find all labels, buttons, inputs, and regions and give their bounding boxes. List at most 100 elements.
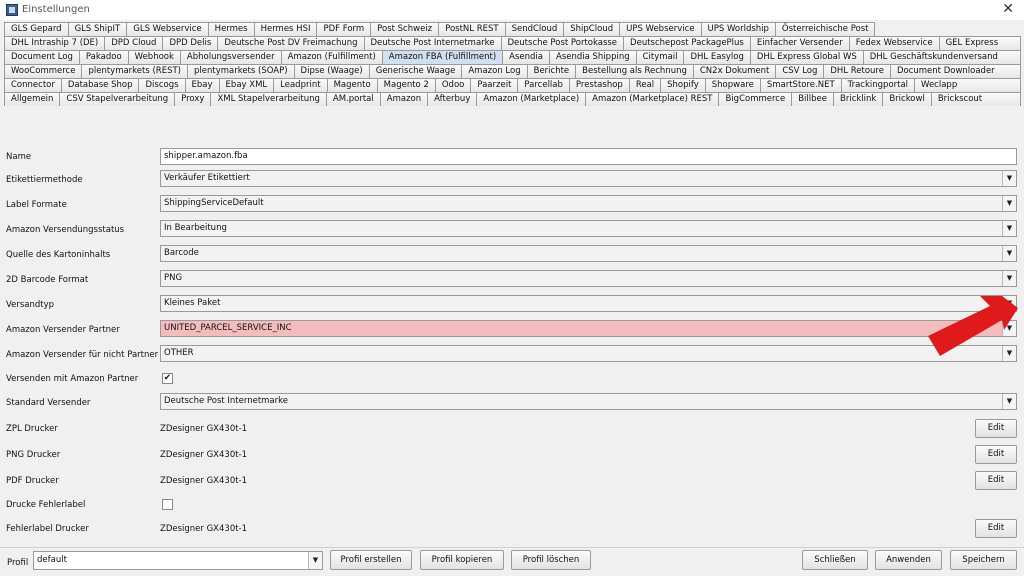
tab-weclapp[interactable]: Weclapp <box>914 78 1021 92</box>
chevron-down-icon[interactable]: ▼ <box>308 552 322 569</box>
chevron-down-icon[interactable]: ▼ <box>1002 271 1016 286</box>
name-field[interactable]: shipper.amazon.fba <box>160 148 1017 165</box>
versandtyp-select[interactable]: Kleines Paket ▼ <box>160 295 1017 312</box>
tab-connector[interactable]: Connector <box>4 78 62 92</box>
tab-deutsche-post-portokasse[interactable]: Deutsche Post Portokasse <box>500 36 625 50</box>
tab-amazon[interactable]: Amazon <box>379 92 429 106</box>
tab-prestashop[interactable]: Prestashop <box>568 78 630 92</box>
tab-deutsche-post-dv-freimachung[interactable]: Deutsche Post DV Freimachung <box>217 36 365 50</box>
chevron-down-icon[interactable]: ▼ <box>1002 221 1016 236</box>
png-drucker-edit-button[interactable]: Edit <box>975 445 1017 464</box>
tab-postnl-rest[interactable]: PostNL REST <box>438 22 506 36</box>
tab-allgemein[interactable]: Allgemein <box>4 92 61 106</box>
tab-trackingportal[interactable]: Trackingportal <box>840 78 916 92</box>
profil-erstellen-button[interactable]: Profil erstellen <box>330 550 412 570</box>
chevron-down-icon[interactable]: ▼ <box>1002 394 1016 409</box>
tab-ups-webservice[interactable]: UPS Webservice <box>619 22 702 36</box>
tab-database-shop[interactable]: Database Shop <box>60 78 140 92</box>
tab-document-downloader[interactable]: Document Downloader <box>889 64 1021 78</box>
tab-webhook[interactable]: Webhook <box>127 50 181 64</box>
tab-hermes[interactable]: Hermes <box>207 22 255 36</box>
tab-dhl-geschäftskundenversand[interactable]: DHL Geschäftskundenversand <box>862 50 1021 64</box>
tab-parcellab[interactable]: Parcellab <box>517 78 570 92</box>
tab-plentymarkets-rest[interactable]: plentymarkets (REST) <box>81 64 188 78</box>
kartoninhalt-select[interactable]: Barcode ▼ <box>160 245 1017 262</box>
tab-amazon-fba-fulfillment[interactable]: Amazon FBA (Fulfillment) <box>381 50 504 64</box>
tab-discogs[interactable]: Discogs <box>138 78 186 92</box>
anwenden-button[interactable]: Anwenden <box>875 550 942 570</box>
tab-brickscout[interactable]: Brickscout <box>930 92 1021 106</box>
tab-amazon-marketplace[interactable]: Amazon (Marketplace) <box>476 92 587 106</box>
tab-afterbuy[interactable]: Afterbuy <box>427 92 478 106</box>
tab-dhl-retoure[interactable]: DHL Retoure <box>823 64 891 78</box>
tab-bigcommerce[interactable]: BigCommerce <box>718 92 793 106</box>
tab-amazon-log[interactable]: Amazon Log <box>461 64 528 78</box>
tab-generische-waage[interactable]: Generische Waage <box>368 64 463 78</box>
profil-loeschen-button[interactable]: Profil löschen <box>511 550 591 570</box>
standard-versender-select[interactable]: Deutsche Post Internetmarke ▼ <box>160 393 1017 410</box>
tab-woocommerce[interactable]: WooCommerce <box>4 64 83 78</box>
tab-dhl-express-global-ws[interactable]: DHL Express Global WS <box>749 50 864 64</box>
tab-asendia-shipping[interactable]: Asendia Shipping <box>549 50 637 64</box>
pdf-drucker-edit-button[interactable]: Edit <box>975 471 1017 490</box>
tab-xml-stapelverarbeitung[interactable]: XML Stapelverarbeitung <box>210 92 327 106</box>
tab-sendcloud[interactable]: SendCloud <box>504 22 565 36</box>
versender-partner-select[interactable]: UNITED_PARCEL_SERVICE_INC ▼ <box>160 320 1017 337</box>
tab-gls-gepard[interactable]: GLS Gepard <box>4 22 69 36</box>
tab-document-log[interactable]: Document Log <box>4 50 80 64</box>
tab-ups-worldship[interactable]: UPS Worldship <box>700 22 776 36</box>
tab-leadprint[interactable]: Leadprint <box>273 78 328 92</box>
tab-real[interactable]: Real <box>628 78 662 92</box>
tab-berichte[interactable]: Berichte <box>526 64 577 78</box>
tab-dhl-easylog[interactable]: DHL Easylog <box>683 50 751 64</box>
chevron-down-icon[interactable]: ▼ <box>1002 171 1016 186</box>
tab-gls-webservice[interactable]: GLS Webservice <box>126 22 209 36</box>
tab-ebay-xml[interactable]: Ebay XML <box>218 78 275 92</box>
tab-gls-shipit[interactable]: GLS ShipIT <box>67 22 128 36</box>
versenden-mit-partner-checkbox[interactable]: ✔ <box>162 373 173 384</box>
tab-dipse-waage[interactable]: Dipse (Waage) <box>293 64 370 78</box>
tab-fedex-webservice[interactable]: Fedex Webservice <box>848 36 940 50</box>
tab-paarzeit[interactable]: Paarzeit <box>470 78 519 92</box>
tab-bricklink[interactable]: Bricklink <box>833 92 884 106</box>
versender-nicht-partner-select[interactable]: OTHER ▼ <box>160 345 1017 362</box>
schliessen-button[interactable]: Schließen <box>802 550 868 570</box>
tab-cn2x-dokument[interactable]: CN2x Dokument <box>692 64 777 78</box>
tab-dpd-delis[interactable]: DPD Delis <box>162 36 219 50</box>
tab-am-portal[interactable]: AM.portal <box>325 92 381 106</box>
tab-billbee[interactable]: Billbee <box>791 92 834 106</box>
profil-kopieren-button[interactable]: Profil kopieren <box>420 550 504 570</box>
tab-csv-log[interactable]: CSV Log <box>775 64 825 78</box>
tab-dpd-cloud[interactable]: DPD Cloud <box>104 36 164 50</box>
tab-shopify[interactable]: Shopify <box>660 78 706 92</box>
tab-dhl-intraship-7-de[interactable]: DHL Intraship 7 (DE) <box>4 36 106 50</box>
tab-deutschepost-packageplus[interactable]: Deutschepost PackagePlus <box>623 36 751 50</box>
close-icon[interactable]: ✕ <box>1002 1 1014 17</box>
tab-proxy[interactable]: Proxy <box>174 92 212 106</box>
tab-brickowl[interactable]: Brickowl <box>882 92 932 106</box>
etikettiermethode-select[interactable]: Verkäufer Etikettiert ▼ <box>160 170 1017 187</box>
tab-magento-2[interactable]: Magento 2 <box>376 78 436 92</box>
tab-csv-stapelverarbeitung[interactable]: CSV Stapelverarbeitung <box>59 92 176 106</box>
versendungsstatus-select[interactable]: In Bearbeitung ▼ <box>160 220 1017 237</box>
tab-bestellung-als-rechnung[interactable]: Bestellung als Rechnung <box>575 64 694 78</box>
chevron-down-icon[interactable]: ▼ <box>1002 246 1016 261</box>
fehlerlabel-drucker-edit-button[interactable]: Edit <box>975 519 1017 538</box>
tab-deutsche-post-internetmarke[interactable]: Deutsche Post Internetmarke <box>363 36 502 50</box>
tab-smartstore-net[interactable]: SmartStore.NET <box>759 78 842 92</box>
barcode-format-select[interactable]: PNG ▼ <box>160 270 1017 287</box>
tab-amazon-fulfillment[interactable]: Amazon (Fulfillment) <box>280 50 383 64</box>
tab-gel-express[interactable]: GEL Express <box>938 36 1021 50</box>
tab-plentymarkets-soap[interactable]: plentymarkets (SOAP) <box>186 64 295 78</box>
tab-hermes-hsi[interactable]: Hermes HSI <box>253 22 318 36</box>
label-formate-select[interactable]: ShippingServiceDefault ▼ <box>160 195 1017 212</box>
tab-odoo[interactable]: Odoo <box>434 78 472 92</box>
zpl-drucker-edit-button[interactable]: Edit <box>975 419 1017 438</box>
tab-pakadoo[interactable]: Pakadoo <box>78 50 129 64</box>
tab-asendia[interactable]: Asendia <box>502 50 550 64</box>
tab-citymail[interactable]: Citymail <box>635 50 685 64</box>
tab-österreichische-post[interactable]: Österreichische Post <box>774 22 876 36</box>
tab-einfacher-versender[interactable]: Einfacher Versender <box>749 36 850 50</box>
profil-select[interactable]: default ▼ <box>33 551 323 570</box>
speichern-button[interactable]: Speichern <box>950 550 1017 570</box>
